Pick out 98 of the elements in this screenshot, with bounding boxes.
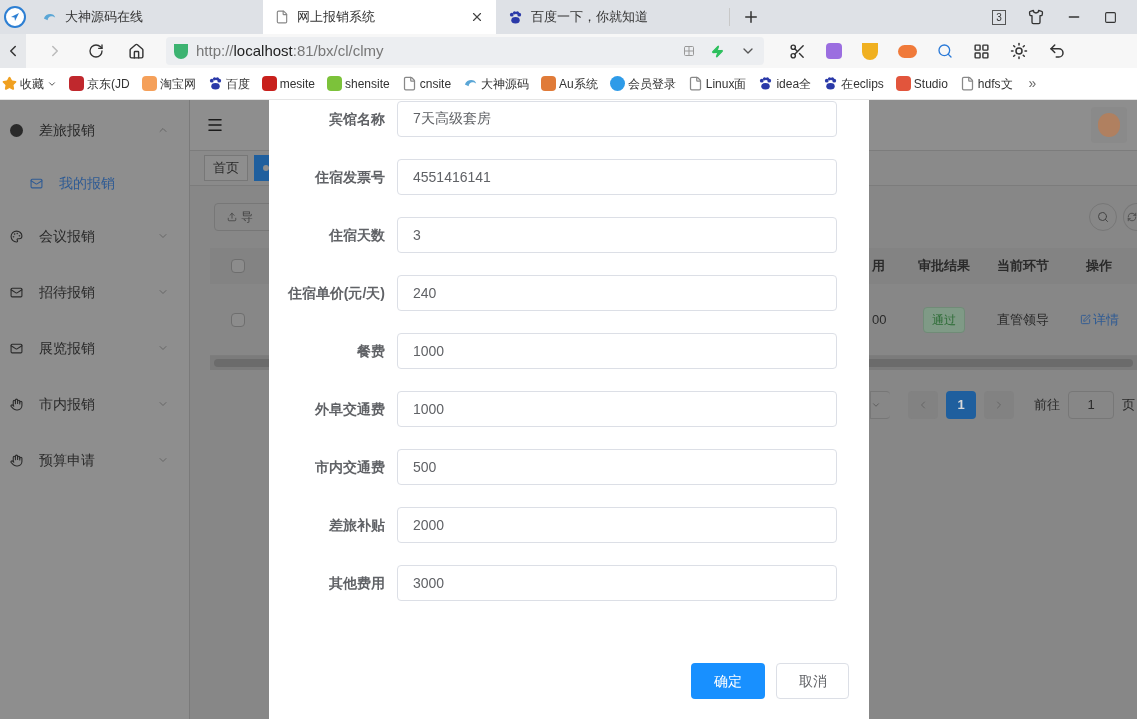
input-field[interactable]: 1000 [397, 333, 837, 369]
bookmark[interactable]: idea全 [758, 74, 812, 93]
paw-icon [823, 76, 839, 91]
reload-icon[interactable] [88, 43, 104, 59]
tab-title: 百度一下，你就知道 [531, 8, 649, 27]
page-icon [275, 10, 289, 24]
bookmark[interactable]: 会员登录 [609, 74, 676, 93]
cancel-button[interactable]: 取消 [776, 663, 849, 699]
column-header: 用 [872, 257, 886, 276]
page-number[interactable]: 1 [946, 391, 976, 419]
paw-icon [758, 76, 774, 91]
shield-icon [174, 43, 188, 59]
url-text: http://localhost:81/bx/cl/clmy [196, 40, 385, 61]
search-icon [1097, 211, 1109, 223]
refresh-icon [1127, 212, 1137, 222]
column-header: 操作 [1085, 257, 1113, 276]
sun-icon[interactable] [1010, 42, 1028, 60]
browser-logo-icon[interactable] [4, 6, 26, 28]
page-tab[interactable]: 首页 [204, 155, 248, 181]
bookmark[interactable]: 在eclips [823, 74, 884, 93]
page-jump-field[interactable]: 1 [1068, 391, 1114, 419]
address-bar[interactable]: http://localhost:81/bx/cl/clmy [166, 37, 764, 65]
sidebar-item[interactable]: 会议报销 [0, 208, 189, 264]
input-field[interactable]: 240 [397, 275, 837, 311]
mail-icon [30, 176, 43, 190]
bookmark[interactable]: shensite [327, 74, 390, 93]
paw-icon [207, 76, 223, 91]
field-label: 住宿天数 [328, 225, 386, 245]
qr-icon[interactable] [683, 45, 695, 57]
star-icon [2, 76, 17, 91]
menu-icon[interactable] [206, 116, 224, 134]
field-label: 宾馆名称 [328, 109, 386, 129]
undo-icon[interactable] [1048, 42, 1066, 60]
palette-icon [10, 229, 23, 243]
bookmark[interactable]: Studio [895, 74, 948, 93]
tab-title: 网上报销系统 [297, 8, 376, 27]
column-header: 审批结果 [917, 257, 971, 276]
shirt-icon[interactable] [1028, 9, 1044, 25]
table-cell-text: 直管领导 [996, 310, 1050, 329]
jump-label: 前往 [1034, 396, 1060, 415]
input-field[interactable]: 4551416141 [397, 159, 837, 195]
mail-icon [10, 341, 23, 355]
bookmark[interactable]: 大神源码 [463, 74, 530, 93]
bookmark[interactable]: 收藏 [2, 74, 57, 93]
input-field[interactable]: 2000 [397, 507, 837, 543]
checkbox[interactable] [231, 312, 245, 327]
checkbox[interactable] [231, 259, 245, 273]
new-tab-icon[interactable] [742, 8, 760, 26]
bookmark[interactable]: Linux面 [687, 74, 747, 93]
field-label: 住宿发票号 [314, 167, 386, 187]
bookmark[interactable]: 京东(JD [69, 74, 130, 93]
field-label: 住宿单价(元/天) [286, 283, 386, 303]
sidebar-item[interactable]: 差旅报销 [0, 102, 189, 158]
page-icon [401, 76, 417, 91]
tab-count[interactable]: 3 [992, 9, 1006, 25]
field-label: 外阜交通费 [314, 399, 386, 419]
paw-icon [508, 9, 523, 25]
sidebar-item[interactable]: 预算申请 [0, 432, 189, 488]
mail-icon [10, 285, 23, 299]
status-tag: 通过 [923, 306, 965, 333]
input-field[interactable]: 7天高级套房 [397, 101, 837, 137]
edit-icon [1079, 314, 1091, 325]
hand-icon [10, 453, 23, 467]
upload-icon [227, 212, 237, 222]
sidebar-item[interactable]: 市内报销 [0, 376, 189, 432]
lightning-icon[interactable] [711, 44, 724, 58]
sidebar-item[interactable]: 招待报销 [0, 264, 189, 320]
search-icon[interactable] [937, 43, 953, 59]
home-icon[interactable] [128, 42, 145, 60]
browser-tab[interactable]: 网上报销系统 [263, 0, 496, 34]
field-label: 市内交通费 [314, 457, 386, 477]
grid-icon[interactable] [973, 42, 990, 60]
close-icon[interactable] [470, 10, 484, 24]
field-label: 其他费用 [328, 573, 386, 593]
bookmark[interactable]: mesite [261, 74, 315, 93]
input-field[interactable]: 1000 [397, 391, 837, 427]
field-label: 差旅补贴 [328, 515, 386, 535]
sidebar-item[interactable]: 展览报销 [0, 320, 189, 376]
chevron-down-icon [871, 400, 881, 410]
input-field[interactable]: 3000 [397, 565, 837, 601]
page-suffix: 页 [1122, 396, 1135, 415]
page-icon [687, 76, 703, 91]
hand-icon [10, 397, 23, 411]
field-label: 餐费 [356, 341, 386, 361]
page-icon [959, 76, 975, 91]
tab-title: 大神源码在线 [65, 8, 144, 27]
bookmark[interactable]: Au系统 [541, 74, 598, 93]
scissors-icon[interactable] [789, 42, 806, 60]
bookmark[interactable]: 淘宝网 [141, 74, 196, 93]
maximize-icon[interactable] [1104, 10, 1117, 24]
input-field[interactable]: 3 [397, 217, 837, 253]
column-header: 当前环节 [996, 257, 1050, 276]
bookmark[interactable]: cnsite [401, 74, 452, 93]
table-cell-text: 00 [872, 310, 888, 329]
more-bookmarks[interactable]: » [1028, 73, 1037, 94]
bookmark[interactable]: hdfs文 [959, 74, 1013, 93]
input-field[interactable]: 500 [397, 449, 837, 485]
bookmark[interactable]: 百度 [207, 74, 250, 93]
